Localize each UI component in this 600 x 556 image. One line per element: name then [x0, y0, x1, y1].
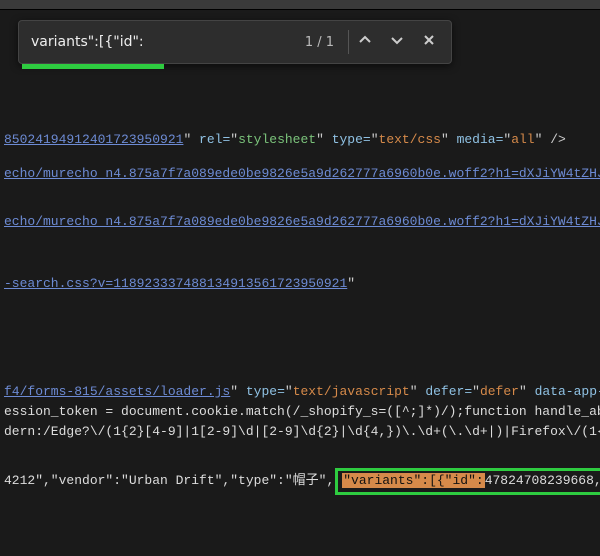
- page-source-view[interactable]: 85024194912401723950921" rel="stylesheet…: [0, 90, 600, 490]
- source-line: 85024194912401723950921" rel="stylesheet…: [0, 130, 600, 150]
- find-input-active-underline: [22, 64, 164, 69]
- find-in-page-bar: 1 / 1: [18, 20, 452, 64]
- source-line: -search.css?v=11892333748813491356172395…: [0, 274, 600, 294]
- source-line: echo/murecho_n4.875a7f7a089ede0be9826e5a…: [0, 164, 600, 184]
- source-line: echo/murecho_n4.875a7f7a089ede0be9826e5a…: [0, 212, 600, 232]
- find-match-count: 1 / 1: [291, 35, 348, 50]
- source-line: f4/forms-815/assets/loader.js" type="tex…: [0, 382, 600, 402]
- source-line: 4212","vendor":"Urban Drift","type":"帽子"…: [0, 470, 600, 490]
- url-fragment-link[interactable]: 85024194912401723950921: [4, 132, 183, 147]
- close-icon: [422, 33, 436, 51]
- url-fragment-link[interactable]: echo/murecho_n4.875a7f7a089ede0be9826e5a…: [4, 214, 600, 229]
- url-fragment-link[interactable]: echo/murecho_n4.875a7f7a089ede0be9826e5a…: [4, 166, 600, 181]
- url-fragment-link[interactable]: -search.css?v=11892333748813491356172395…: [4, 276, 347, 291]
- find-input[interactable]: [31, 21, 291, 63]
- find-prev-button[interactable]: [349, 26, 381, 58]
- url-fragment-link[interactable]: f4/forms-815/assets/loader.js: [4, 384, 230, 399]
- source-line: ession_token = document.cookie.match(/_s…: [0, 402, 600, 422]
- find-match-text: "variants":[{"id":: [342, 473, 484, 488]
- window-titlebar-strip: [0, 0, 600, 10]
- chevron-down-icon: [390, 33, 404, 51]
- find-next-button[interactable]: [381, 26, 413, 58]
- source-line: dern:/Edge?\/(1{2}[4-9]|1[2-9]\d|[2-9]\d…: [0, 422, 600, 442]
- find-match-highlight: "variants":[{"id":47824708239668,"pr: [335, 468, 600, 495]
- find-close-button[interactable]: [413, 26, 445, 58]
- chevron-up-icon: [358, 33, 372, 51]
